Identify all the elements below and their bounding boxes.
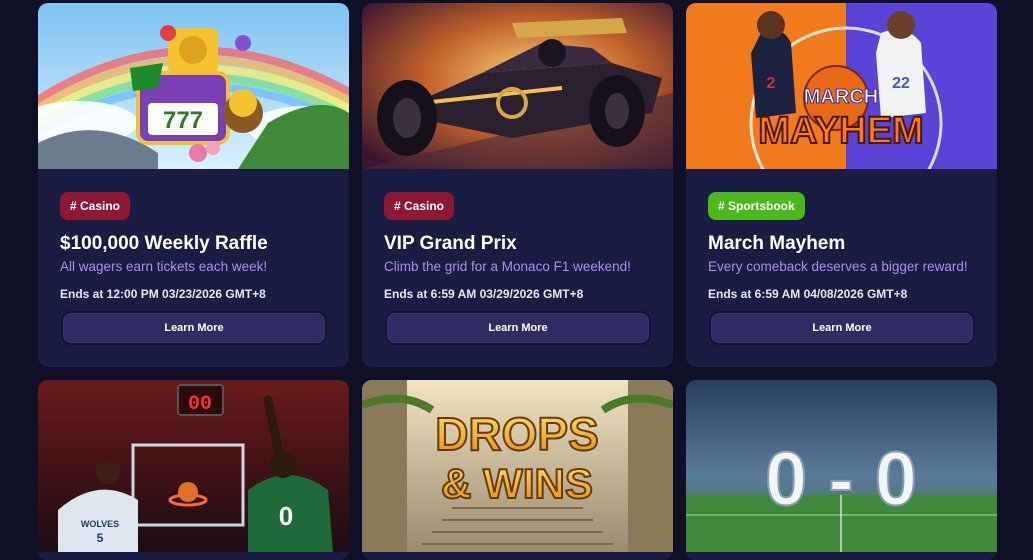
promo-banner-drops-wins[interactable]: DROPS & WINS bbox=[362, 380, 673, 552]
promo-card-body: # Sportsbook March Mayhem Every comeback… bbox=[686, 169, 997, 367]
player-jersey-number: 22 bbox=[892, 75, 910, 92]
promo-title: March Mayhem bbox=[708, 233, 846, 254]
promo-banner-football-pitch[interactable]: 0 - 0 bbox=[686, 380, 997, 552]
team-name: WOLVES bbox=[81, 519, 119, 529]
promo-card-drops-wins[interactable]: DROPS & WINS bbox=[362, 380, 673, 560]
promo-banner-basketball-game[interactable]: 00 WOLVES 5 0 bbox=[38, 380, 349, 552]
player-jersey-number: 2 bbox=[767, 75, 776, 92]
slot-digits: 777 bbox=[163, 107, 203, 134]
promo-end-date: Ends at 6:59 AM 03/29/2026 GMT+8 bbox=[384, 287, 584, 301]
promo-title: VIP Grand Prix bbox=[384, 233, 517, 254]
scoreboard-digits: 00 bbox=[188, 393, 212, 416]
promo-end-date: Ends at 12:00 PM 03/23/2026 GMT+8 bbox=[60, 287, 266, 301]
banner-headline-line1: MARCH bbox=[804, 86, 878, 108]
banner-headline-line1: DROPS bbox=[435, 408, 599, 460]
promo-subtitle: All wagers earn tickets each week! bbox=[60, 259, 268, 274]
promo-card-body: # Casino VIP Grand Prix Climb the grid f… bbox=[362, 169, 673, 367]
promo-end-date: Ends at 6:59 AM 04/08/2026 GMT+8 bbox=[708, 287, 908, 301]
learn-more-button[interactable]: Learn More bbox=[61, 311, 327, 345]
category-tag-sportsbook[interactable]: # Sportsbook bbox=[708, 192, 805, 220]
category-tag-casino[interactable]: # Casino bbox=[384, 192, 455, 220]
promo-card-basketball[interactable]: 00 WOLVES 5 0 bbox=[38, 380, 349, 560]
promo-card-vip-grand-prix[interactable]: # Casino VIP Grand Prix Climb the grid f… bbox=[362, 3, 673, 367]
promo-subtitle: Every comeback deserves a bigger reward! bbox=[708, 259, 968, 274]
scoreline: 0 - 0 bbox=[765, 437, 917, 522]
promo-card-body: # Casino $100,000 Weekly Raffle All wage… bbox=[38, 169, 349, 367]
promo-banner-slot-rainbow[interactable]: 777 bbox=[38, 3, 349, 169]
promo-banner-f1-car[interactable] bbox=[362, 3, 673, 169]
promo-banner-march-mayhem[interactable]: 2 22 MARCH MAYHEM bbox=[686, 3, 997, 169]
learn-more-button[interactable]: Learn More bbox=[385, 311, 651, 345]
promo-card-weekly-raffle[interactable]: 777 # Casino $100,000 Weekly Raffle All … bbox=[38, 3, 349, 367]
category-tag-casino[interactable]: # Casino bbox=[60, 192, 131, 220]
promo-card-football-score[interactable]: 0 - 0 bbox=[686, 380, 997, 560]
player-jersey-number: 5 bbox=[97, 531, 104, 545]
promo-card-march-mayhem[interactable]: 2 22 MARCH MAYHEM # Sportsbook March May… bbox=[686, 3, 997, 367]
player-jersey-number: 0 bbox=[279, 501, 293, 531]
promo-title: $100,000 Weekly Raffle bbox=[60, 233, 268, 254]
learn-more-button[interactable]: Learn More bbox=[709, 311, 975, 345]
banner-headline-line2: & WINS bbox=[441, 460, 593, 507]
promo-subtitle: Climb the grid for a Monaco F1 weekend! bbox=[384, 259, 631, 274]
banner-headline-line2: MAYHEM bbox=[758, 110, 923, 152]
